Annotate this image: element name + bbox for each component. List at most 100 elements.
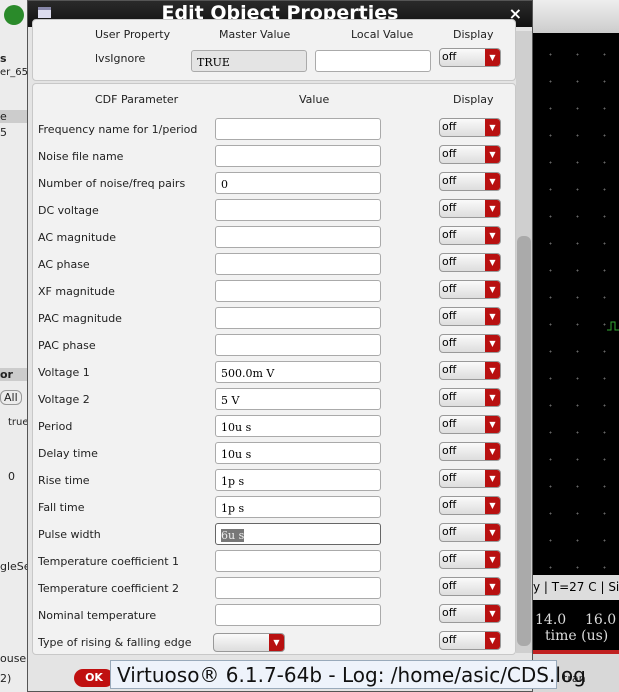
cdf-row: PAC magnitude off ▼: [33, 307, 513, 331]
display-combo[interactable]: off ▼: [439, 307, 501, 326]
param-label: Frequency name for 1/period: [38, 123, 198, 136]
display-value: off: [442, 201, 457, 214]
display-combo[interactable]: off ▼: [439, 226, 501, 245]
display-combo[interactable]: off ▼: [439, 253, 501, 272]
run-icon[interactable]: [4, 5, 24, 25]
chevron-down-icon: ▼: [485, 605, 500, 622]
chevron-down-icon: ▼: [485, 443, 500, 460]
status-text: y: [533, 580, 541, 594]
x-axis: 14.0 16.0 time (us): [533, 600, 619, 650]
param-label: Temperature coefficient 2: [38, 582, 180, 595]
divider: [533, 650, 619, 654]
scrollbar-thumb[interactable]: [517, 236, 531, 646]
cdf-row: Period 10u s off ▼: [33, 415, 513, 439]
edit-object-properties-dialog: Edit Object Properties × User Property M…: [27, 0, 533, 692]
display-value: off: [442, 255, 457, 268]
bg-text: 5: [0, 126, 7, 139]
header-cdf-parameter: CDF Parameter: [95, 93, 179, 106]
param-value-input[interactable]: [215, 226, 381, 248]
waveform-plot: [533, 33, 619, 598]
display-combo[interactable]: off ▼: [439, 361, 501, 380]
param-value-input[interactable]: 1p s: [215, 469, 381, 491]
display-value: off: [442, 552, 457, 565]
param-value-input[interactable]: 6u s: [215, 523, 381, 545]
param-value-input[interactable]: [215, 199, 381, 221]
display-combo[interactable]: off ▼: [439, 550, 501, 569]
display-combo[interactable]: off ▼: [439, 469, 501, 488]
param-value-input[interactable]: 10u s: [215, 442, 381, 464]
filter-all-button[interactable]: All: [0, 390, 22, 405]
display-value: off: [442, 282, 457, 295]
chevron-down-icon: ▼: [485, 49, 500, 66]
param-value-input[interactable]: [215, 118, 381, 140]
param-value-input[interactable]: 5 V: [215, 388, 381, 410]
ok-button[interactable]: OK: [74, 669, 114, 687]
display-combo[interactable]: off ▼: [439, 496, 501, 515]
display-combo[interactable]: off ▼: [439, 334, 501, 353]
display-value: off: [442, 309, 457, 322]
display-combo[interactable]: off ▼: [439, 199, 501, 218]
cdf-row: Nominal temperature off ▼: [33, 604, 513, 628]
param-value-input[interactable]: 500.0m V: [215, 361, 381, 383]
bg-text: er_65: [0, 67, 28, 78]
param-label: Temperature coefficient 1: [38, 555, 180, 568]
param-value-input[interactable]: [215, 604, 381, 626]
display-combo[interactable]: off ▼: [439, 523, 501, 542]
chevron-down-icon: ▼: [485, 470, 500, 487]
display-combo[interactable]: off ▼: [439, 442, 501, 461]
header-display: Display: [453, 28, 494, 41]
cdf-row: PAC phase off ▼: [33, 334, 513, 358]
param-value-input[interactable]: [215, 307, 381, 329]
display-combo[interactable]: off ▼: [439, 604, 501, 623]
edge-type-combo[interactable]: ▼: [213, 633, 285, 652]
display-combo[interactable]: off ▼: [439, 145, 501, 164]
chevron-down-icon: ▼: [485, 389, 500, 406]
param-value-input[interactable]: [215, 253, 381, 275]
param-value-input[interactable]: [215, 145, 381, 167]
param-value: 1p s: [221, 475, 245, 488]
param-value-input[interactable]: 1p s: [215, 496, 381, 518]
cdf-row: AC phase off ▼: [33, 253, 513, 277]
param-value-input[interactable]: [215, 280, 381, 302]
display-value: off: [442, 50, 457, 63]
cdf-row: Type of rising & falling edge ▼ off ▼: [33, 631, 513, 655]
display-combo[interactable]: off ▼: [439, 577, 501, 596]
display-combo[interactable]: off ▼: [439, 280, 501, 299]
param-label: Voltage 2: [38, 393, 90, 406]
param-value: 5 V: [221, 394, 240, 407]
property-name: lvsIgnore: [95, 52, 146, 65]
display-combo[interactable]: off ▼: [439, 172, 501, 191]
header-local-value: Local Value: [351, 28, 414, 41]
status-text: Si: [608, 580, 619, 594]
vertical-scrollbar[interactable]: [516, 31, 532, 653]
display-combo[interactable]: off ▼: [439, 118, 501, 137]
bg-text: ouse: [0, 652, 27, 665]
bg-text: true: [8, 417, 29, 428]
cdf-row: Temperature coefficient 1 off ▼: [33, 550, 513, 574]
cdf-row: Voltage 1 500.0m V off ▼: [33, 361, 513, 385]
bg-text: or: [0, 368, 27, 381]
param-label: Delay time: [38, 447, 98, 460]
chevron-down-icon: ▼: [485, 146, 500, 163]
param-value-input[interactable]: [215, 577, 381, 599]
display-combo[interactable]: off ▼: [439, 48, 501, 67]
display-combo[interactable]: off ▼: [439, 415, 501, 434]
param-value-input[interactable]: 0: [215, 172, 381, 194]
param-value-input[interactable]: [215, 334, 381, 356]
bg-text: 2): [0, 672, 12, 685]
display-combo[interactable]: off ▼: [439, 388, 501, 407]
display-value: off: [442, 525, 457, 538]
x-axis-label: time (us): [545, 628, 609, 644]
param-value-input[interactable]: [215, 550, 381, 572]
param-label: Period: [38, 420, 73, 433]
display-value: off: [442, 633, 457, 646]
param-value-input[interactable]: 10u s: [215, 415, 381, 437]
cdf-row: Temperature coefficient 2 off ▼: [33, 577, 513, 601]
display-combo[interactable]: off ▼: [439, 631, 501, 650]
chevron-down-icon: ▼: [485, 524, 500, 541]
local-value-input[interactable]: [315, 50, 431, 72]
display-value: off: [442, 147, 457, 160]
display-value: off: [442, 417, 457, 430]
chevron-down-icon: ▼: [485, 254, 500, 271]
param-label: Fall time: [38, 501, 85, 514]
